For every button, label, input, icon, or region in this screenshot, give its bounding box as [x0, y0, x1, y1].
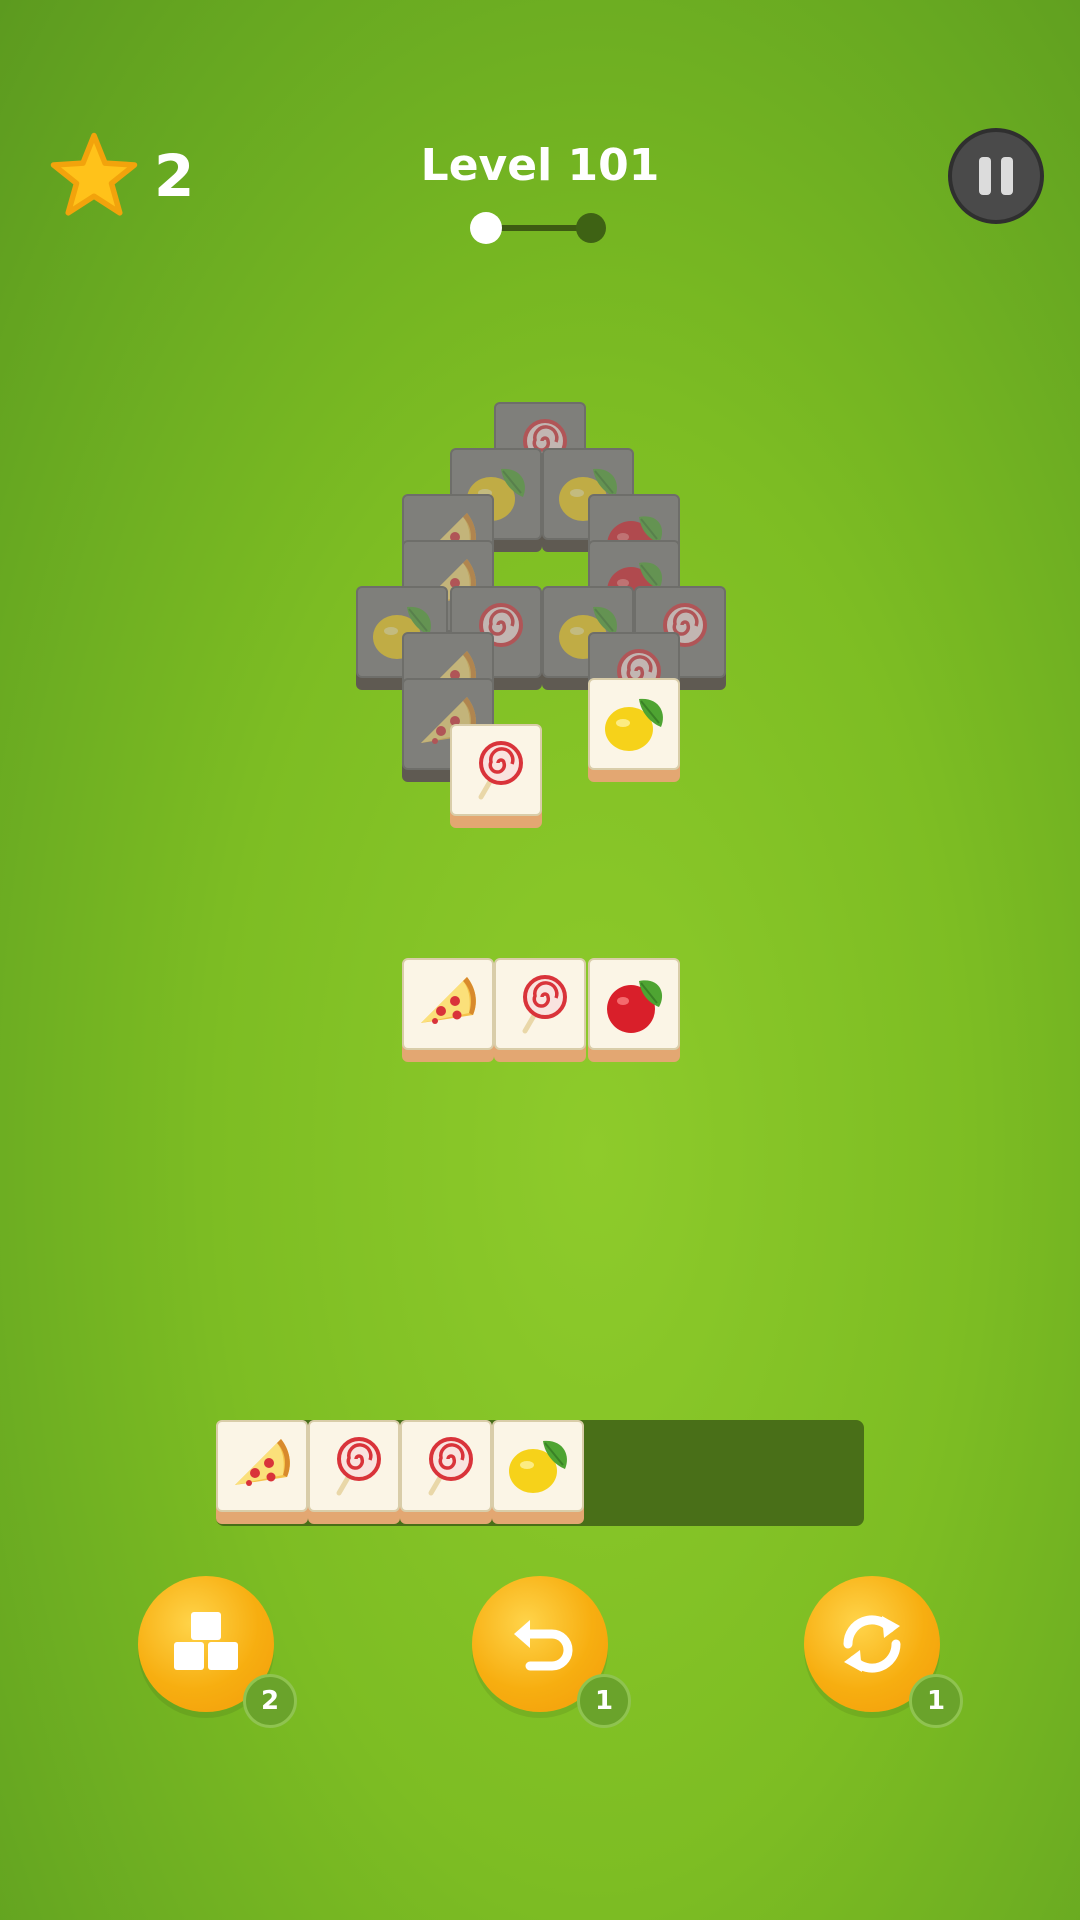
level-title: Level 101 — [420, 140, 660, 191]
refresh-button[interactable]: 1 — [804, 1576, 963, 1728]
undo-count-badge: 1 — [577, 1674, 631, 1728]
lollipop-icon — [522, 975, 567, 1034]
tile-face — [588, 678, 680, 770]
pizza-icon — [235, 1439, 290, 1486]
undo-icon — [514, 1620, 573, 1671]
shuffle-count-badge: 2 — [243, 1674, 297, 1728]
board-tile-lollipop[interactable] — [494, 958, 586, 1062]
tray-tile-lollipop — [400, 1420, 492, 1524]
level-progress-current-dot — [470, 212, 502, 244]
tray-tile-lemon — [492, 1420, 584, 1524]
tile-face — [492, 1420, 584, 1512]
tiles-stack-icon — [174, 1612, 238, 1670]
tile-face — [588, 958, 680, 1050]
board-tile-lollipop[interactable] — [450, 724, 542, 828]
undo-button[interactable]: 1 — [472, 1576, 631, 1728]
level-progress — [470, 210, 610, 246]
lemon-icon — [605, 698, 663, 751]
tile-face — [308, 1420, 400, 1512]
tile-face — [400, 1420, 492, 1512]
apple-icon — [607, 980, 663, 1033]
board-tile-apple[interactable] — [588, 958, 680, 1062]
lemon-icon — [509, 1440, 567, 1493]
board-tile-pizza[interactable] — [402, 958, 494, 1062]
pause-icon-bar — [1001, 157, 1013, 195]
lollipop-icon — [428, 1437, 473, 1496]
refresh-icon — [843, 1615, 901, 1673]
board-tile-lemon[interactable] — [588, 678, 680, 782]
pause-icon — [979, 157, 991, 195]
pizza-icon — [421, 977, 476, 1024]
tray-tile-pizza — [216, 1420, 308, 1524]
tile-face — [216, 1420, 308, 1512]
lollipop-icon — [336, 1437, 381, 1496]
tray-tile-lollipop — [308, 1420, 400, 1524]
shuffle-tiles-button[interactable]: 2 — [138, 1576, 297, 1728]
lollipop-icon — [478, 741, 523, 800]
refresh-count-badge: 1 — [909, 1674, 963, 1728]
tile-face — [450, 724, 542, 816]
level-progress-end-dot — [576, 213, 606, 243]
pause-button[interactable] — [948, 128, 1044, 224]
tile-face — [494, 958, 586, 1050]
tile-face — [402, 958, 494, 1050]
